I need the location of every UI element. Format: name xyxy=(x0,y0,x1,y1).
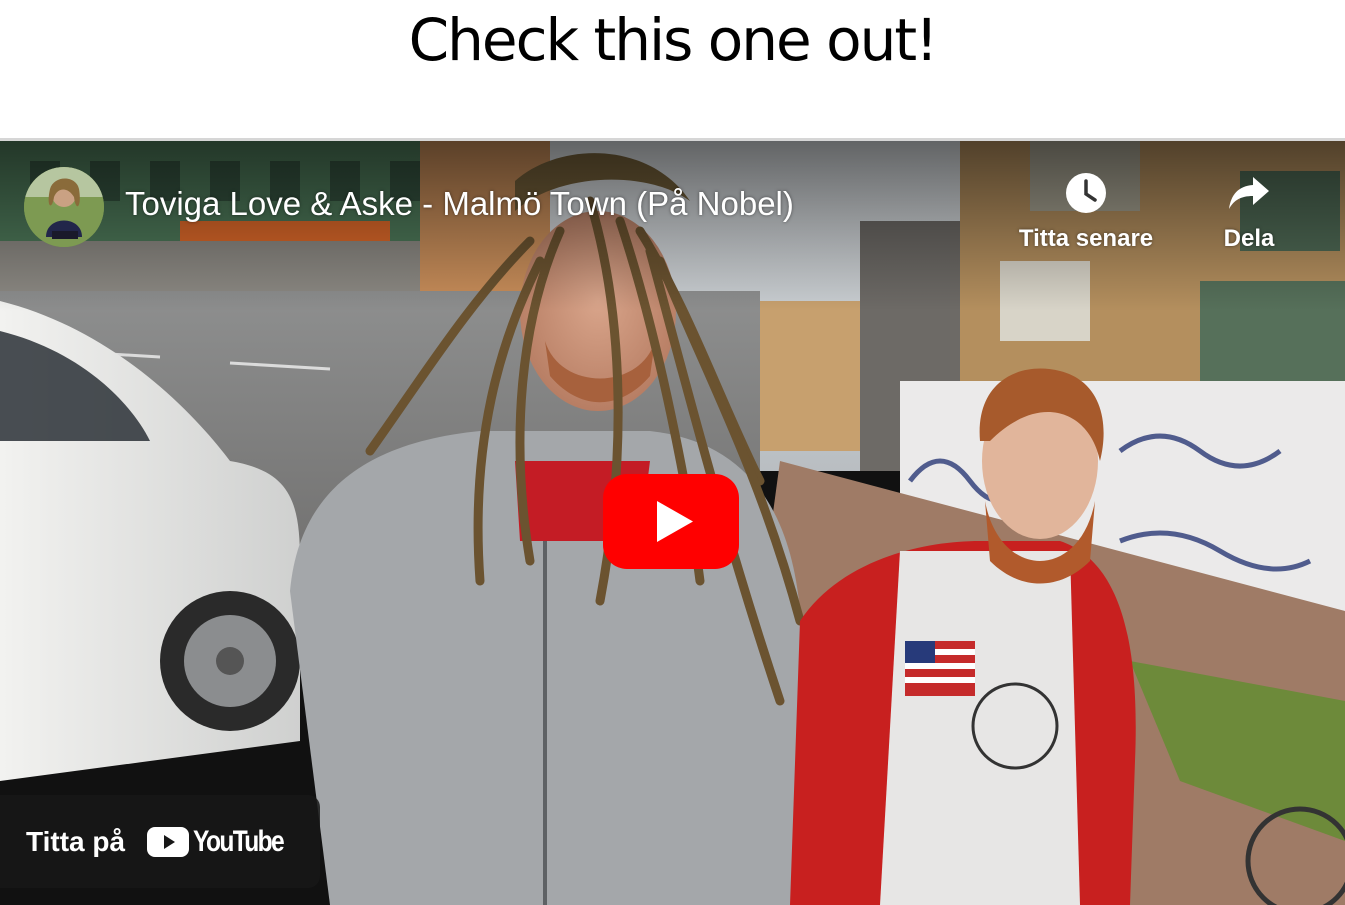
play-button[interactable] xyxy=(603,474,739,569)
watch-on-label: Titta på xyxy=(26,825,126,857)
clock-icon xyxy=(1066,173,1106,213)
watch-later-button[interactable]: Titta senare xyxy=(1010,171,1162,253)
youtube-embed[interactable]: Toviga Love & Aske - Malmö Town (På Nobe… xyxy=(0,138,1345,905)
watch-later-label: Titta senare xyxy=(1018,225,1154,252)
share-button[interactable]: Dela xyxy=(1210,171,1288,253)
play-icon xyxy=(603,474,739,569)
page-title: Check this one out! xyxy=(408,6,939,74)
video-title[interactable]: Toviga Love & Aske - Malmö Town (På Nobe… xyxy=(125,185,794,223)
watch-on-youtube-button[interactable]: Titta på YouTube xyxy=(0,795,320,888)
youtube-logo-icon xyxy=(147,826,190,857)
channel-avatar[interactable] xyxy=(24,167,104,247)
share-label: Dela xyxy=(1223,225,1275,252)
youtube-logo: YouTube xyxy=(147,825,303,859)
share-arrow-icon xyxy=(1229,177,1269,209)
youtube-brand-text: YouTube xyxy=(193,824,285,858)
channel-avatar-image xyxy=(24,167,104,247)
